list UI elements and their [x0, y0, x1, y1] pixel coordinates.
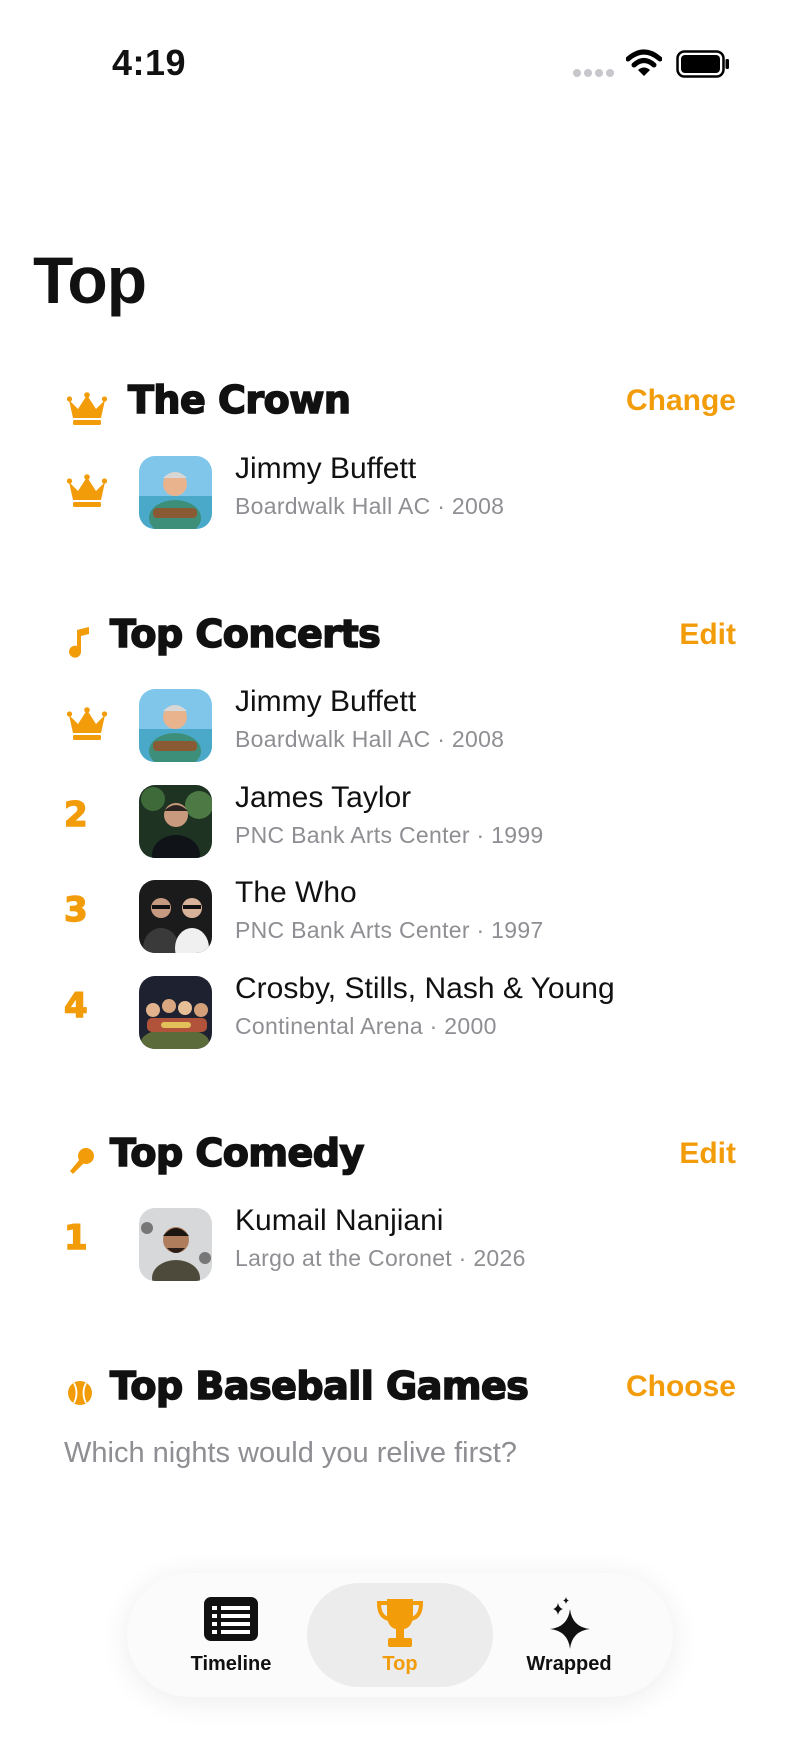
choose-baseball-button[interactable]: Choose [626, 1370, 736, 1404]
artist-name: Jimmy Buffett [235, 452, 417, 485]
tab-label: Top [382, 1653, 418, 1675]
tab-label: Wrapped [526, 1653, 612, 1675]
crown-row[interactable]: Jimmy Buffett Boardwalk Hall AC · 2008 [0, 448, 800, 538]
microphone-icon [70, 1148, 94, 1174]
concerts-section-title: Top Concerts [109, 611, 381, 657]
crown-section-title: The Crown [127, 377, 351, 423]
comedy-row[interactable]: 1 Kumail Nanjiani Largo at the Coronet ·… [0, 1200, 800, 1290]
artist-name: Jimmy Buffett [235, 685, 417, 718]
comedy-section-title: Top Comedy [109, 1130, 365, 1176]
artist-thumbnail [139, 880, 212, 953]
trophy-icon [377, 1599, 423, 1647]
venue-year: PNC Bank Arts Center · 1997 [235, 917, 544, 943]
comedy-section-header: Top Comedy Edit [0, 1130, 800, 1191]
venue-year: PNC Bank Arts Center · 1999 [235, 822, 544, 848]
crown-section-header: The Crown Change [0, 377, 800, 438]
tab-wrapped[interactable]: Wrapped [476, 1583, 662, 1687]
concerts-section-header: Top Concerts Edit [0, 611, 800, 672]
tab-timeline[interactable]: Timeline [138, 1583, 324, 1687]
page-title: Top [33, 243, 147, 317]
artist-thumbnail [139, 976, 212, 1049]
artist-thumbnail [139, 689, 212, 762]
rank-number: 4 [63, 985, 88, 1026]
timeline-list-icon [204, 1597, 258, 1641]
change-crown-button[interactable]: Change [626, 384, 736, 418]
artist-thumbnail [139, 456, 212, 529]
artist-name: The Who [235, 876, 357, 909]
rank-number: 3 [63, 889, 88, 930]
crown-icon [67, 392, 107, 426]
rank-number: 1 [63, 1217, 88, 1258]
crown-icon [67, 707, 107, 741]
tab-top[interactable]: Top [307, 1583, 493, 1687]
baseball-icon [68, 1381, 92, 1405]
crown-icon [67, 474, 107, 508]
rank-number: 2 [63, 794, 88, 835]
concert-row[interactable]: 3 The Who PNC Bank Arts Center · 1997 [0, 872, 800, 962]
wifi-icon [626, 49, 662, 76]
venue-year: Largo at the Coronet · 2026 [235, 1245, 526, 1271]
baseball-section-title: Top Baseball Games [109, 1363, 529, 1409]
status-bar: 4:19 [0, 0, 800, 130]
artist-name: James Taylor [235, 781, 412, 814]
edit-concerts-button[interactable]: Edit [679, 618, 736, 652]
status-time: 4:19 [112, 42, 187, 83]
baseball-section-header: Top Baseball Games Choose [0, 1363, 800, 1424]
tab-label: Timeline [190, 1653, 272, 1675]
tab-bar: Timeline Top Wrapped [127, 1573, 673, 1697]
venue-year: Boardwalk Hall AC · 2008 [235, 493, 505, 519]
cellular-signal-icon [573, 69, 614, 77]
music-note-icon [69, 627, 89, 658]
artist-name: Crosby, Stills, Nash & Young [235, 972, 615, 1005]
battery-icon [676, 50, 729, 78]
sparkles-icon [550, 1597, 590, 1649]
venue-year: Boardwalk Hall AC · 2008 [235, 726, 505, 752]
artist-thumbnail [139, 785, 212, 858]
artist-thumbnail [139, 1208, 212, 1281]
venue-year: Continental Arena · 2000 [235, 1013, 497, 1039]
concert-row[interactable]: 2 James Taylor PNC Bank Arts Center · 19… [0, 777, 800, 867]
edit-comedy-button[interactable]: Edit [679, 1137, 736, 1171]
baseball-prompt: Which nights would you relive first? [64, 1437, 517, 1469]
artist-name: Kumail Nanjiani [235, 1204, 444, 1237]
concert-row[interactable]: 4 Crosby, Stills, Nash & Young Continent… [0, 968, 800, 1058]
concert-row[interactable]: Jimmy Buffett Boardwalk Hall AC · 2008 [0, 681, 800, 771]
